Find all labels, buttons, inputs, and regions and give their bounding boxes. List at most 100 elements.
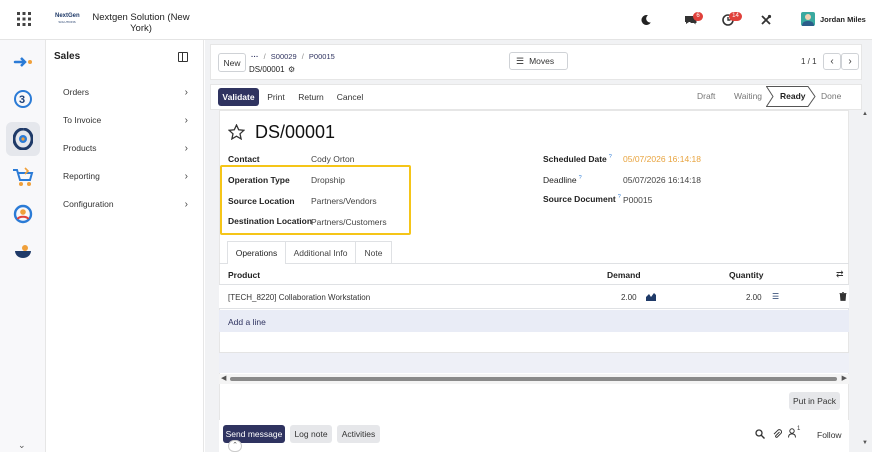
help-mark[interactable]: ?: [609, 154, 612, 160]
dark-mode-icon[interactable]: [640, 14, 652, 26]
scheduled-date-label: Scheduled Date?: [543, 154, 612, 164]
app-grid-icon[interactable]: [17, 12, 31, 26]
app-profile-icon[interactable]: [11, 202, 35, 226]
status-draft[interactable]: Draft: [697, 91, 715, 101]
chevron-right-icon: ›: [184, 170, 188, 182]
chevron-right-icon: ›: [184, 142, 188, 154]
attachment-icon[interactable]: [772, 429, 782, 439]
scroll-down-icon[interactable]: ▼: [862, 440, 868, 446]
favorite-star-icon[interactable]: [227, 123, 246, 141]
sidebar-item-orders[interactable]: Orders ›: [63, 82, 188, 102]
user-avatar[interactable]: [801, 12, 815, 26]
status-ready-label: Ready: [780, 91, 806, 101]
new-button[interactable]: New: [218, 53, 246, 72]
source-document-label: Source Document?: [543, 194, 621, 204]
scheduled-date-label-text: Scheduled Date: [543, 154, 607, 164]
app-discuss-icon[interactable]: [11, 50, 35, 74]
sidebar-item-configuration[interactable]: Configuration ›: [63, 194, 188, 214]
optional-columns-icon[interactable]: ⇄: [836, 269, 844, 280]
vertical-scrollbar[interactable]: ▲ ▼: [861, 111, 871, 452]
contact-field[interactable]: Cody Orton: [311, 154, 354, 164]
breadcrumb-separator: /: [263, 52, 266, 61]
user-name[interactable]: Jordan Miles: [820, 15, 866, 24]
sidebar-item-reporting[interactable]: Reporting ›: [63, 166, 188, 186]
moves-smart-button[interactable]: ☰ Moves: [509, 52, 568, 70]
follow-button[interactable]: Follow: [817, 430, 842, 440]
row-demand[interactable]: 2.00: [621, 293, 637, 302]
help-mark[interactable]: ?: [579, 175, 582, 181]
followers-icon[interactable]: [788, 428, 796, 438]
cancel-button[interactable]: Cancel: [333, 88, 367, 106]
log-note-button[interactable]: Log note: [290, 425, 332, 443]
pager-value[interactable]: 1 / 1: [801, 57, 817, 66]
status-ready[interactable]: Ready: [765, 86, 816, 107]
delete-row-icon[interactable]: [839, 292, 847, 301]
detailed-operations-icon[interactable]: ☰: [772, 292, 779, 301]
breadcrumb-s00029[interactable]: S00029: [271, 52, 297, 61]
app-rail: 3 ⌄: [0, 40, 46, 452]
sidebar-item-products[interactable]: Products ›: [63, 138, 188, 158]
scroll-left-icon[interactable]: ◀: [221, 374, 226, 382]
scrollbar-thumb[interactable]: [230, 377, 837, 381]
gear-icon[interactable]: ⚙: [288, 65, 295, 74]
column-header-quantity[interactable]: Quantity: [729, 270, 763, 280]
followers-count: 1: [797, 426, 801, 432]
chevron-right-icon: ›: [184, 114, 188, 126]
deadline-field[interactable]: 05/07/2026 16:14:18: [623, 175, 701, 185]
column-header-demand[interactable]: Demand: [607, 270, 641, 280]
help-mark[interactable]: ?: [618, 194, 621, 200]
tools-icon[interactable]: [760, 14, 772, 26]
operation-type-field[interactable]: Dropship: [311, 175, 345, 185]
print-button[interactable]: Print: [263, 88, 289, 106]
chevron-right-icon: ›: [184, 86, 188, 98]
horizontal-scrollbar[interactable]: ◀ ▶: [219, 374, 849, 384]
app-sales-icon[interactable]: [6, 122, 40, 156]
activities-button[interactable]: Activities: [337, 425, 380, 443]
source-document-field[interactable]: P00015: [623, 195, 652, 205]
company-logo: NextGen SOLUTIONS: [55, 13, 80, 24]
return-button[interactable]: Return: [295, 88, 327, 106]
scheduled-date-field[interactable]: 05/07/2026 16:14:18: [623, 154, 701, 164]
sidebar-item-label: Configuration: [63, 199, 114, 209]
empty-row-shaded: [219, 353, 849, 373]
add-line-row: [219, 310, 849, 332]
app-3-icon[interactable]: 3: [11, 87, 35, 111]
scroll-right-icon[interactable]: ▶: [842, 374, 847, 382]
source-location-field[interactable]: Partners/Vendors: [311, 196, 377, 206]
company-name[interactable]: Nextgen Solution (New York): [86, 12, 196, 34]
pager-next-button[interactable]: ›: [841, 53, 859, 70]
sidebar-item-label: Products: [63, 143, 97, 153]
scroll-up-icon[interactable]: ▲: [862, 111, 868, 117]
svg-text:3: 3: [19, 94, 25, 106]
forecast-chart-icon[interactable]: [646, 292, 656, 301]
moves-label: Moves: [529, 56, 555, 66]
status-done[interactable]: Done: [821, 91, 841, 101]
sidebar-item-to-invoice[interactable]: To Invoice ›: [63, 110, 188, 130]
put-in-pack-button[interactable]: Put in Pack: [789, 392, 840, 410]
search-icon[interactable]: [755, 429, 765, 439]
contact-label: Contact: [228, 154, 260, 164]
sidebar-toggle-icon[interactable]: [178, 52, 188, 62]
empty-row: [219, 332, 849, 353]
row-quantity[interactable]: 2.00: [746, 293, 762, 302]
pager-previous-button[interactable]: ‹: [823, 53, 841, 70]
top-navbar: NextGen SOLUTIONS Nextgen Solution (New …: [0, 0, 872, 40]
app-cart-icon[interactable]: [11, 165, 35, 189]
app-bowl-icon[interactable]: [11, 240, 35, 264]
destination-location-field[interactable]: Partners/Customers: [311, 217, 387, 227]
add-line-link[interactable]: Add a line: [228, 317, 266, 327]
tab-operations[interactable]: Operations: [227, 241, 286, 264]
scroll-top-icon[interactable]: ⌃: [228, 440, 242, 452]
tab-additional-info[interactable]: Additional Info: [286, 241, 356, 263]
breadcrumb-p00015[interactable]: P00015: [309, 52, 335, 61]
row-product[interactable]: [TECH_8220] Collaboration Workstation: [228, 293, 370, 302]
column-header-product[interactable]: Product: [228, 270, 260, 280]
sidebar-item-label: Reporting: [63, 171, 100, 181]
status-waiting[interactable]: Waiting: [734, 91, 762, 101]
deadline-label-text: Deadline: [543, 175, 577, 185]
tab-note[interactable]: Note: [356, 241, 392, 263]
validate-button[interactable]: Validate: [218, 88, 259, 106]
rail-scroll-down-icon[interactable]: ⌄: [18, 440, 26, 451]
chevron-right-icon: ›: [184, 198, 188, 210]
breadcrumb-ellipsis[interactable]: ···: [251, 52, 259, 61]
